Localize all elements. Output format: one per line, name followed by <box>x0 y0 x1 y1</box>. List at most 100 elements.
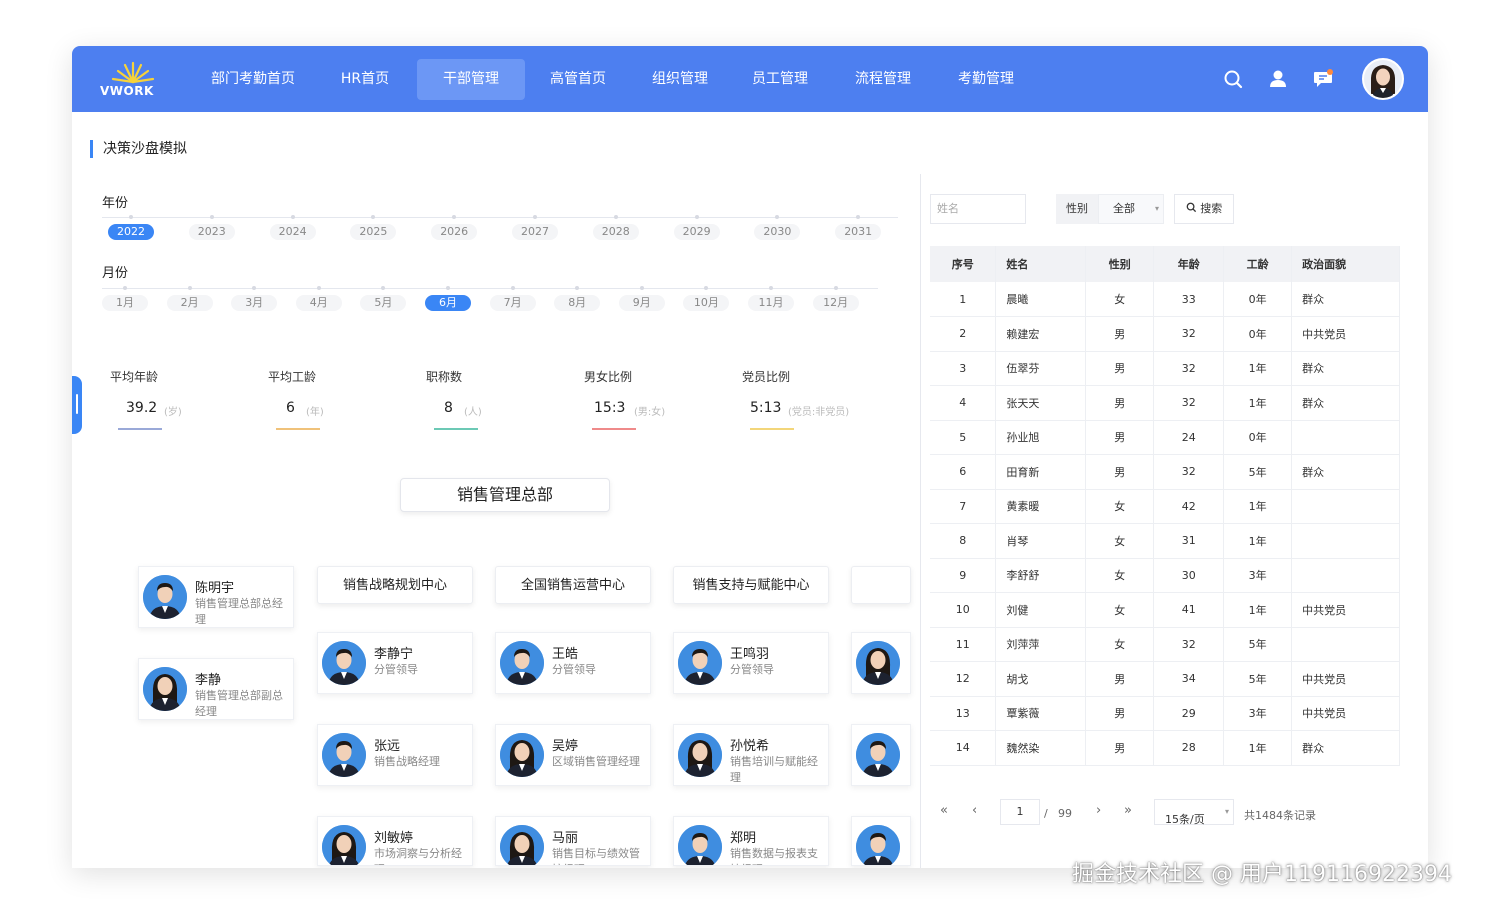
search-button[interactable]: 搜索 <box>1174 194 1234 224</box>
nav-item[interactable]: HR首页 <box>324 59 406 100</box>
search-icon[interactable] <box>1222 68 1244 90</box>
member-card[interactable]: 张远 销售战略经理 <box>317 724 473 786</box>
table-row[interactable]: 14 魏然染男 28 1年 群众 <box>930 730 1400 766</box>
member-card[interactable]: 王鸣羽 分管领导 <box>673 632 829 694</box>
nav-item[interactable]: 部门考勤首页 <box>192 59 314 100</box>
table-row[interactable]: 9 李舒舒女 30 3年 <box>930 558 1400 593</box>
month-option[interactable]: 11月 <box>748 295 794 311</box>
next-page-icon[interactable]: › <box>1096 803 1101 818</box>
leader-card[interactable]: 陈明宇 销售管理总部总经理 <box>138 566 294 628</box>
table-row[interactable]: 7 黄素暖女 42 1年 <box>930 489 1400 524</box>
year-option[interactable]: 2030 <box>754 224 801 240</box>
stat-card: 职称数 8 (人) <box>418 356 568 434</box>
left-panel: 年份 2022 2023 2024 2025 2026 2027 2028 2029 2030 2… <box>90 176 920 868</box>
person-role: 销售管理总部总经理 <box>195 597 283 626</box>
nav-item[interactable]: 流程管理 <box>837 59 929 100</box>
department-node[interactable]: 销售战略规划中心 <box>317 566 473 604</box>
table-row[interactable]: 12 胡戈男 34 5年 中共党员 <box>930 661 1400 697</box>
message-icon[interactable] <box>1312 68 1334 90</box>
month-option[interactable]: 10月 <box>683 295 730 311</box>
leader-card[interactable]: 李静 销售管理总部副总经理 <box>138 658 294 720</box>
nav-item[interactable]: 高管首页 <box>532 59 624 100</box>
year-option[interactable]: 2029 <box>673 224 720 240</box>
table-row[interactable]: 13 覃紫薇男 29 3年 中共党员 <box>930 696 1400 731</box>
page-number-input[interactable]: 1 <box>1000 799 1040 825</box>
table-row[interactable]: 6 田育新男 32 5年 群众 <box>930 454 1400 490</box>
table-row[interactable]: 5 孙业旭男 24 0年 <box>930 420 1400 455</box>
table-row[interactable]: 10 刘健女 41 1年 中共党员 <box>930 592 1400 628</box>
department-node[interactable]: 全国销售运营中心 <box>495 566 651 604</box>
last-page-icon[interactable]: » <box>1124 803 1132 818</box>
year-option[interactable]: 2026 <box>431 224 478 240</box>
table-row[interactable]: 4 张天天男 32 1年 群众 <box>930 385 1400 421</box>
user-avatar[interactable] <box>1362 58 1404 100</box>
timeline-dot <box>290 215 295 219</box>
table-row[interactable]: 8 肖琴女 31 1年 <box>930 523 1400 559</box>
timeline-dot <box>209 215 214 219</box>
table-row[interactable]: 1 晨曦女 33 0年 群众 <box>930 282 1400 317</box>
prev-page-icon[interactable]: ‹ <box>972 803 977 818</box>
nav-item[interactable]: 组织管理 <box>634 59 726 100</box>
nav-item[interactable]: 员工管理 <box>736 59 824 100</box>
timeline-dot <box>252 286 257 290</box>
month-option[interactable]: 2月 <box>166 295 213 311</box>
table-cell: 刘健 <box>995 592 1087 628</box>
member-card-partial[interactable] <box>851 816 911 866</box>
member-card[interactable]: 刘敏婷市场洞察与分析经理 <box>317 816 473 866</box>
month-option[interactable]: 3月 <box>231 295 278 311</box>
year-option[interactable]: 2028 <box>592 224 639 240</box>
table-cell: 11 <box>930 627 997 662</box>
first-page-icon[interactable]: « <box>940 803 948 818</box>
timeline-dot <box>381 286 386 290</box>
user-icon[interactable] <box>1267 68 1289 90</box>
member-card[interactable]: 郑明销售数据与报表支持经理 <box>673 816 829 866</box>
stat-value: 8 <box>444 400 453 416</box>
member-card[interactable]: 吴婷 区域销售管理经理 <box>495 724 651 786</box>
table-cell: 伍翠芬 <box>995 351 1087 386</box>
year-option[interactable]: 2024 <box>269 224 316 240</box>
member-card[interactable]: 王皓 分管领导 <box>495 632 651 694</box>
member-card[interactable]: 马丽销售目标与绩效管控经理 <box>495 816 651 866</box>
month-option[interactable]: 8月 <box>554 295 601 311</box>
month-option[interactable]: 7月 <box>489 295 536 311</box>
month-option[interactable]: 12月 <box>812 295 859 311</box>
member-card[interactable]: 孙悦希 销售培训与赋能经理 <box>673 724 829 786</box>
avatar <box>143 667 187 711</box>
year-option[interactable]: 2031 <box>835 224 882 240</box>
table-row[interactable]: 2 赖建宏男 32 0年 中共党员 <box>930 316 1400 352</box>
month-option[interactable]: 5月 <box>360 295 407 311</box>
org-root-node[interactable]: 销售管理总部 <box>400 478 610 512</box>
month-option[interactable]: 4月 <box>295 295 342 311</box>
total-pages: 99 <box>1058 807 1072 820</box>
year-option[interactable]: 2023 <box>188 224 235 240</box>
table-row[interactable]: 3 伍翠芬男 32 1年 群众 <box>930 351 1400 386</box>
table-row[interactable]: 11 刘萍萍女 32 5年 <box>930 627 1400 662</box>
column-header: 年龄 <box>1153 246 1225 282</box>
nav-item[interactable]: 干部管理 <box>417 59 525 100</box>
stat-label: 平均年龄 <box>110 370 159 384</box>
table-cell: 42 <box>1153 489 1225 524</box>
month-option[interactable]: 6月 <box>425 295 471 311</box>
name-search-input[interactable]: 姓名 <box>930 194 1026 224</box>
page-size-select[interactable]: 15条/页 ▾ <box>1154 799 1234 826</box>
month-option[interactable]: 9月 <box>618 295 665 311</box>
nav-item[interactable]: 考勤管理 <box>938 59 1034 100</box>
department-node-partial[interactable] <box>851 566 911 604</box>
member-card[interactable]: 李静宁 分管领导 <box>317 632 473 694</box>
table-cell: 32 <box>1153 316 1225 352</box>
gender-select[interactable]: 全部 ▾ <box>1098 194 1164 224</box>
sidebar-collapse-handle[interactable] <box>72 376 82 434</box>
member-card-partial[interactable] <box>851 724 911 786</box>
person-name: 王皓 <box>552 647 579 662</box>
month-option[interactable]: 1月 <box>102 295 148 311</box>
year-option[interactable]: 2022 <box>108 224 154 240</box>
app-logo[interactable]: VWORK <box>100 60 160 100</box>
department-node[interactable]: 销售支持与赋能中心 <box>673 566 829 604</box>
table-cell: 32 <box>1153 385 1225 421</box>
year-option[interactable]: 2027 <box>512 224 558 240</box>
year-option[interactable]: 2025 <box>350 224 397 240</box>
table-cell: 6 <box>930 454 997 490</box>
year-timeline: 2022 2023 2024 2025 2026 2027 2028 2029 2030 2031 <box>102 212 898 240</box>
member-card-partial[interactable] <box>851 632 911 694</box>
person-name: 马丽 <box>552 831 579 846</box>
